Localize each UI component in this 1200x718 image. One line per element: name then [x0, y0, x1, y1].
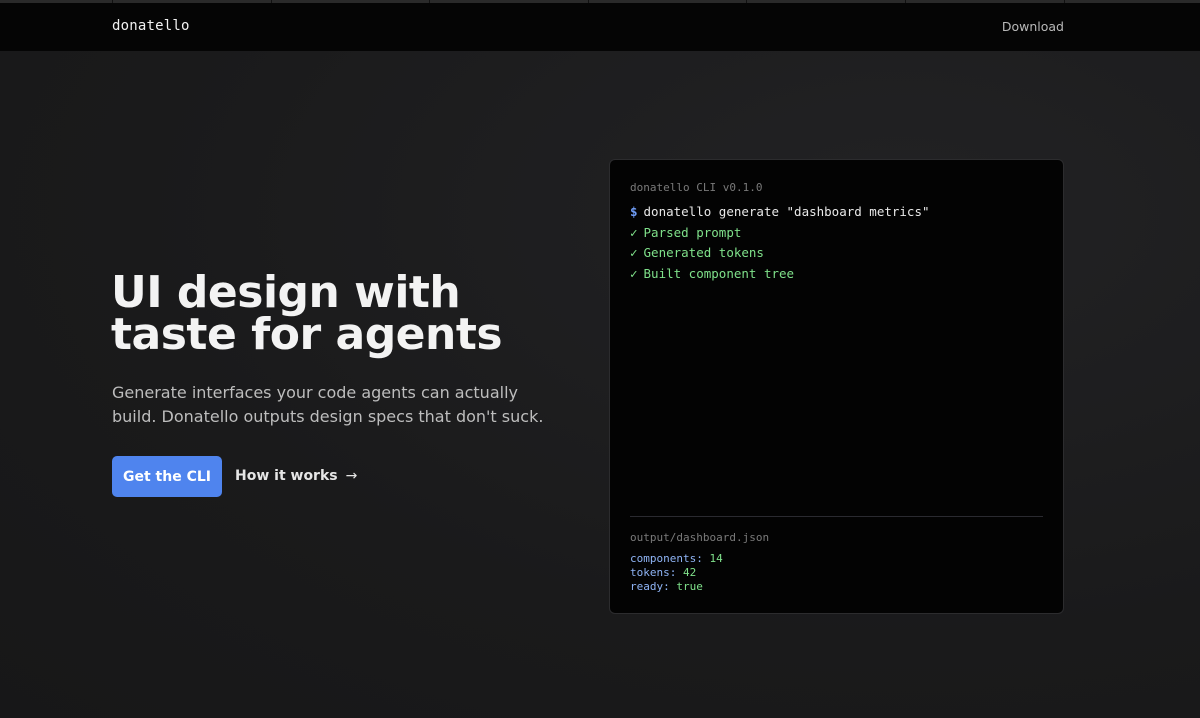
output-row: ready: true [630, 580, 723, 594]
download-link[interactable]: Download [1002, 19, 1064, 34]
terminal-title: donatello CLI v0.1.0 [630, 181, 763, 194]
check-icon: ✓ [630, 266, 638, 282]
terminal-step-label: Generated tokens [643, 245, 764, 261]
terminal-step: ✓ Built component tree [630, 264, 930, 285]
how-it-works-label: How it works [235, 468, 338, 484]
output-values: components: 14 tokens: 42 ready: true [630, 552, 723, 594]
output-file-name: output/dashboard.json [630, 531, 770, 544]
get-cli-button[interactable]: Get the CLI [112, 456, 222, 497]
output-value: 14 [709, 552, 723, 565]
terminal-step: ✓ Parsed prompt [630, 223, 930, 244]
top-navbar: donatello Download [0, 0, 1200, 51]
hero-title: UI design with taste for agents [111, 267, 551, 360]
terminal-window: donatello CLI v0.1.0 $ donatello generate… [609, 159, 1064, 614]
output-row: components: 14 [630, 552, 723, 566]
terminal-step-label: Built component tree [643, 266, 795, 282]
output-key: tokens: [630, 566, 677, 579]
terminal-step-label: Parsed prompt [643, 224, 742, 240]
output-value: true [676, 580, 703, 593]
top-border-ticks [0, 0, 1200, 3]
output-row: tokens: 42 [630, 566, 723, 580]
terminal-command-line: $ donatello generate "dashboard metrics" [630, 202, 930, 223]
terminal-command: donatello generate "dashboard metrics" [643, 204, 930, 219]
terminal-step: ✓ Generated tokens [630, 243, 930, 264]
hero-subtitle-line-1: Generate interfaces your code agents can… [112, 383, 518, 402]
prompt-symbol: $ [630, 204, 638, 219]
hero-subtitle: Generate interfaces your code agents can… [112, 381, 544, 429]
check-icon: ✓ [630, 224, 638, 240]
terminal-output-lines: $ donatello generate "dashboard metrics" … [630, 202, 930, 285]
brand-logo[interactable]: donatello [112, 18, 190, 34]
hero-title-line-2: taste for agents [111, 309, 503, 360]
output-key: ready: [630, 580, 670, 593]
arrow-right-icon: → [345, 468, 358, 484]
terminal-divider [630, 516, 1043, 517]
hero-title-line-1: UI design with [111, 267, 461, 318]
hero-subtitle-line-2: build. Donatello outputs design specs th… [112, 407, 544, 426]
check-icon: ✓ [630, 245, 638, 261]
output-key: components: [630, 552, 703, 565]
how-it-works-link[interactable]: How it works → [235, 466, 357, 486]
output-value: 42 [682, 566, 697, 579]
